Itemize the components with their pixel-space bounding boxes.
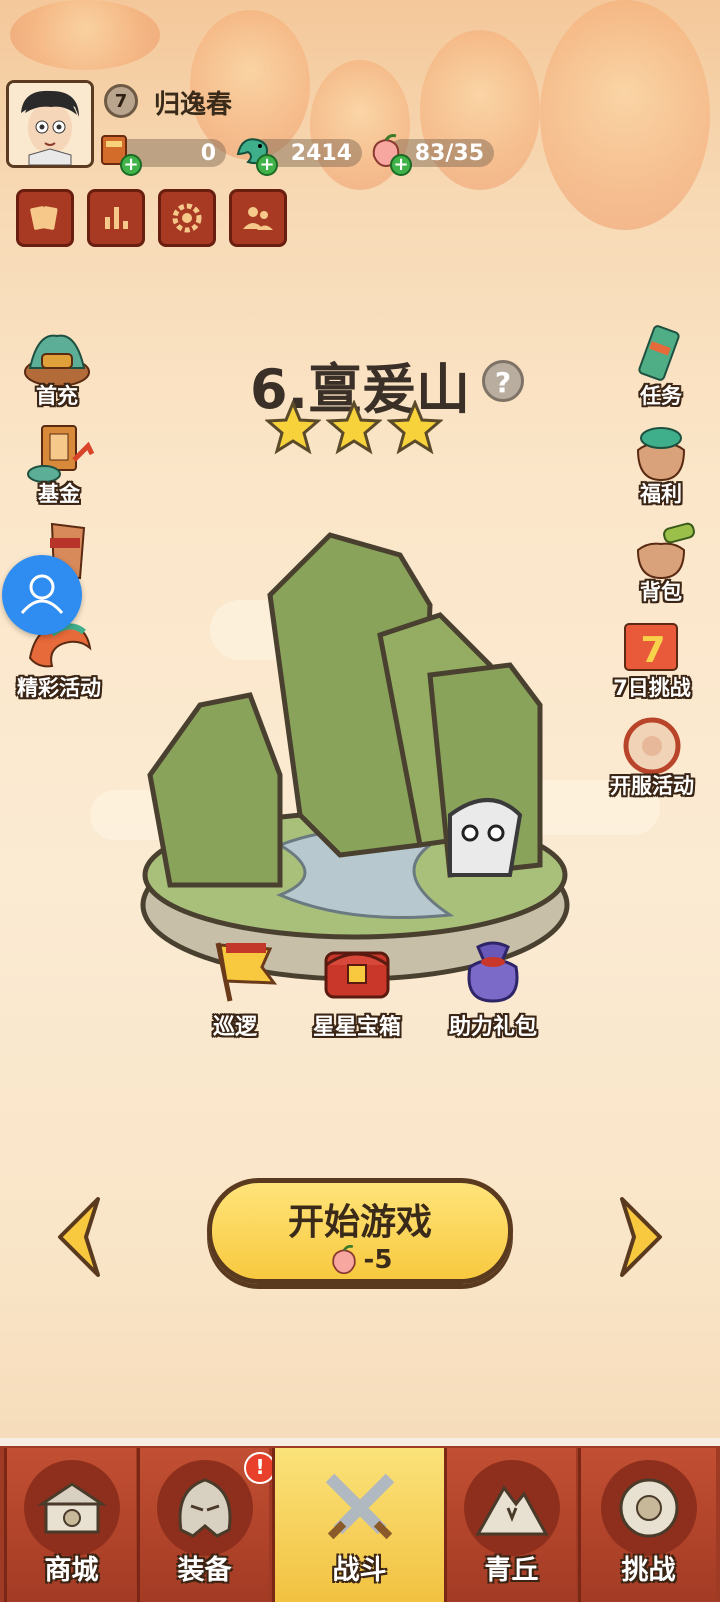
settings-button[interactable] <box>158 189 216 247</box>
patrol-flag-icon <box>215 942 278 1002</box>
star-chest-button[interactable]: 星星宝箱 <box>287 935 427 1041</box>
fund-label: 基金 <box>38 482 80 506</box>
support-gift-label: 助力礼包 <box>448 1015 537 1040</box>
server-event-button[interactable]: 开服活动 <box>590 712 714 800</box>
shop-icon <box>23 1460 120 1556</box>
welfare-button[interactable]: 福利 <box>606 420 716 508</box>
background-lantern <box>540 0 710 230</box>
add-tickets-button[interactable]: + <box>120 154 142 176</box>
tab-challenge[interactable]: 挑战 <box>578 1448 716 1602</box>
ranking-button[interactable] <box>87 189 145 247</box>
crossed-swords-icon <box>312 1460 408 1556</box>
card-button[interactable] <box>16 189 74 247</box>
add-jade-button[interactable]: + <box>256 154 278 176</box>
support-gift-button[interactable]: 助力礼包 <box>423 935 563 1041</box>
backpack-label: 背包 <box>640 580 682 604</box>
player-name: 归逸春 <box>154 90 233 120</box>
star-icon <box>387 400 443 455</box>
add-stamina-button[interactable]: + <box>390 154 412 176</box>
seven-day-challenge-button[interactable]: 7 7日挑战 <box>590 614 714 702</box>
seven-day-label: 7日挑战 <box>613 676 691 700</box>
gift-bag-icon <box>467 941 519 1003</box>
backpack-button[interactable]: 背包 <box>606 518 716 606</box>
mountain-icon <box>463 1460 560 1556</box>
fund-button[interactable]: 基金 <box>4 420 114 508</box>
star-chest-icon <box>324 951 390 999</box>
previous-stage-arrow-icon[interactable] <box>54 1195 104 1279</box>
floating-user-button[interactable] <box>2 555 82 635</box>
tab-challenge-label: 挑战 <box>621 1555 676 1586</box>
next-stage-arrow-icon[interactable] <box>616 1195 666 1279</box>
friends-button[interactable] <box>229 189 287 247</box>
tab-qingqiu[interactable]: 青丘 <box>444 1448 576 1602</box>
svg-text:7: 7 <box>640 630 665 671</box>
helmet-icon <box>156 1460 253 1556</box>
events-label: 精彩活动 <box>17 676 101 700</box>
ticket-value: 0 <box>200 140 216 166</box>
start-game-label: 开始游戏 <box>287 1202 432 1243</box>
patrol-label: 巡逻 <box>212 1015 257 1040</box>
card-icon <box>30 206 58 230</box>
stamina-value: 83/35 <box>414 140 484 166</box>
bar-chart-icon <box>105 207 128 229</box>
patrol-button[interactable]: 巡逻 <box>165 935 305 1041</box>
player-level-badge: 7 <box>104 84 138 118</box>
jade-value: 2414 <box>290 140 352 166</box>
server-event-label: 开服活动 <box>610 774 694 798</box>
player-avatar[interactable] <box>6 80 94 168</box>
tab-equipment-label: 装备 <box>177 1555 232 1586</box>
user-icon <box>20 574 64 614</box>
tab-qingqiu-label: 青丘 <box>484 1555 539 1586</box>
tab-shop[interactable]: 商城 <box>4 1448 136 1602</box>
star-chest-label: 星星宝箱 <box>312 1015 401 1040</box>
gear-icon <box>172 203 202 233</box>
start-cost: -5 <box>363 1245 393 1275</box>
challenge-disc-icon <box>600 1460 697 1556</box>
start-game-button[interactable]: 开始游戏 -5 <box>207 1178 513 1284</box>
star-icon <box>265 400 321 455</box>
peach-icon <box>331 1245 356 1275</box>
tab-battle[interactable]: 战斗 <box>272 1448 444 1602</box>
help-icon[interactable]: ? <box>482 360 524 402</box>
tab-shop-label: 商城 <box>44 1555 99 1586</box>
friends-icon <box>243 207 273 230</box>
background-lantern <box>10 0 160 70</box>
welfare-label: 福利 <box>640 482 682 506</box>
tab-battle-label: 战斗 <box>332 1555 387 1586</box>
star-icon <box>326 400 382 455</box>
